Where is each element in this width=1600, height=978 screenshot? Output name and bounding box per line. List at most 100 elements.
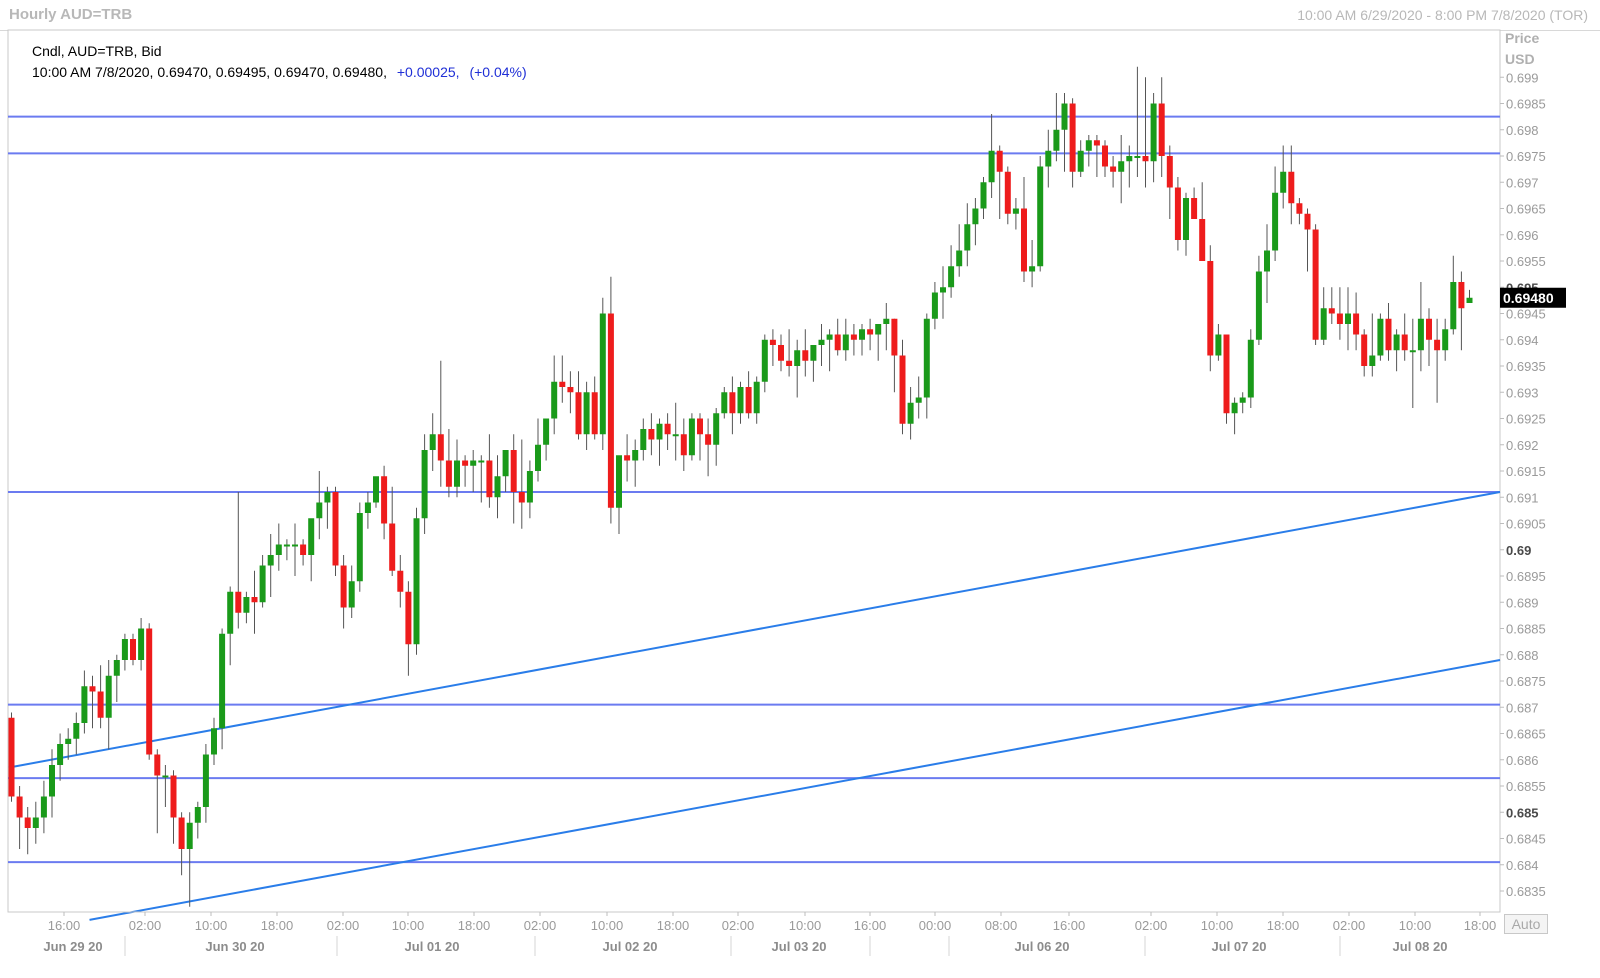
candle-up	[1255, 271, 1262, 340]
price-axis-unit: USD	[1505, 51, 1535, 67]
candle-up	[875, 324, 882, 335]
candle-up	[842, 334, 849, 351]
candle-up	[364, 502, 371, 513]
candle-up	[308, 518, 315, 555]
y-tick-label: 0.684	[1506, 858, 1539, 873]
candle-down	[778, 345, 784, 361]
candle-down	[397, 570, 404, 592]
candle-down	[1434, 339, 1441, 351]
legend-ohlc: 10:00 AM 7/8/2020, 0.69470, 0.69495, 0.6…	[32, 64, 527, 80]
date-label: Jul 02 20	[603, 939, 658, 954]
candle-up	[583, 392, 590, 435]
candle-up	[1393, 334, 1400, 351]
candle-up	[931, 292, 938, 319]
candle-down	[16, 796, 23, 818]
y-tick-label: 0.6935	[1506, 359, 1546, 374]
candle-down	[154, 754, 161, 776]
date-label: Jul 03 20	[772, 939, 827, 954]
last-price-text: 0.69480	[1503, 290, 1554, 306]
candle-down	[850, 334, 857, 340]
candle-up	[948, 266, 955, 288]
y-tick-label: 0.6865	[1506, 727, 1546, 742]
y-tick-label: 0.6965	[1506, 202, 1546, 217]
candle-down	[607, 313, 614, 508]
candle-up	[478, 460, 485, 463]
candle-down	[705, 434, 712, 445]
candle-up	[1118, 161, 1125, 172]
candle-down	[802, 350, 809, 361]
candle-down	[648, 429, 655, 440]
candle-up	[640, 429, 647, 450]
y-tick-label: 0.699	[1506, 70, 1539, 85]
candle-up	[688, 418, 695, 456]
y-tick-label: 0.692	[1506, 438, 1539, 453]
auto-scale-button[interactable]: Auto	[1504, 914, 1548, 934]
candle-up	[283, 544, 290, 547]
candle-up	[138, 628, 145, 660]
candle-down	[1191, 198, 1198, 219]
candle-down	[89, 686, 96, 692]
candle-up	[121, 639, 128, 660]
x-tick-label: 10:00	[195, 918, 228, 933]
candle-down	[462, 460, 469, 466]
candle-up	[219, 633, 226, 729]
candle-down	[1361, 334, 1368, 366]
candle-up	[470, 460, 477, 466]
candle-up	[859, 329, 865, 340]
candle-up	[1466, 297, 1473, 303]
candle-down	[664, 423, 671, 435]
candle-down	[381, 476, 388, 524]
candle-down	[1021, 208, 1027, 272]
candle-down	[567, 387, 574, 393]
x-tick-label: 02:00	[524, 918, 557, 933]
y-tick-label: 0.6975	[1506, 149, 1546, 164]
candle-down	[1296, 203, 1303, 214]
candle-up	[162, 775, 169, 778]
candle-up	[81, 686, 88, 723]
candle-up	[656, 423, 663, 440]
x-tick-label: 02:00	[1135, 918, 1168, 933]
x-tick-label: 00:00	[919, 918, 952, 933]
candle-down	[170, 775, 177, 818]
x-tick-label: 18:00	[1267, 918, 1300, 933]
y-tick-label: 0.696	[1506, 228, 1539, 243]
candle-up	[980, 182, 987, 209]
candle-up	[1012, 208, 1019, 214]
legend-change-pct: (+0.04%)	[469, 64, 526, 80]
candlestick-chart[interactable]: 0.699 0.6985 0.698 0.6975 0.697 0.6965 0.696 0.…	[0, 0, 1600, 978]
candle-up	[1134, 156, 1141, 158]
candle-up	[551, 381, 558, 419]
last-price-badge: 0.69480	[1500, 287, 1566, 308]
candle-down	[97, 691, 104, 718]
candle-up	[794, 350, 801, 366]
candle-up	[761, 339, 768, 382]
candle-up	[1150, 103, 1157, 162]
candle-down	[1385, 318, 1392, 351]
candle-up	[267, 555, 274, 566]
candle-up	[275, 544, 282, 555]
date-label: Jul 08 20	[1393, 939, 1448, 954]
candle-down	[891, 318, 898, 356]
x-tick-label: 02:00	[129, 918, 162, 933]
candle-up	[818, 339, 825, 345]
y-tick-label: 0.687	[1506, 700, 1539, 715]
x-tick-label: 16:00	[854, 918, 887, 933]
candle-down	[1004, 171, 1011, 214]
candle-down	[996, 150, 1003, 172]
candle-up	[1215, 334, 1222, 356]
candle-down	[624, 455, 631, 461]
candle-up	[826, 334, 833, 340]
candle-down	[1102, 145, 1108, 167]
candle-down	[769, 339, 776, 345]
y-tick-label: 0.697	[1506, 175, 1539, 190]
candle-up	[194, 807, 201, 823]
plot-area[interactable]	[7, 29, 1501, 913]
candle-down	[24, 817, 31, 828]
legend-series: Cndl, AUD=TRB, Bid	[32, 43, 162, 59]
candle-up	[616, 455, 622, 508]
candle-up	[113, 660, 120, 676]
y-tick-label: 0.6955	[1506, 254, 1546, 269]
candle-up	[1085, 140, 1092, 151]
date-label: Jul 07 20	[1212, 939, 1267, 954]
candle-up	[1231, 402, 1238, 414]
